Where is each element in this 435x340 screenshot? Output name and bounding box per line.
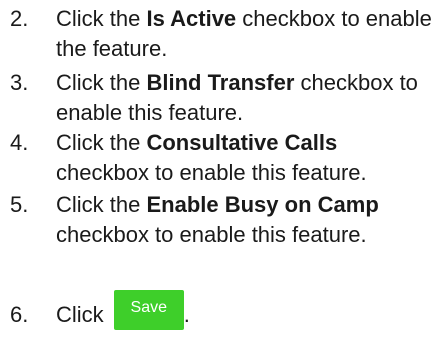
step-text-pre: Click the xyxy=(56,6,147,31)
step-text-post: checkbox to enable this feature. xyxy=(56,222,367,247)
step-item-2: 2. Click the Is Active checkbox to enabl… xyxy=(0,4,435,68)
step-item-4: 4. Click the Consultative Calls checkbox… xyxy=(0,128,435,190)
step-text-pre: Click the xyxy=(56,130,147,155)
step-number: 5. xyxy=(10,192,29,217)
step-text-bold: Enable Busy on Camp xyxy=(146,192,379,217)
step-number: 3. xyxy=(10,70,29,95)
step-number: 6. xyxy=(10,302,29,327)
step-text-post: checkbox to enable this feature. xyxy=(56,160,367,185)
step-text-post: . xyxy=(183,302,190,327)
step-text: Click the Blind Transfer checkbox to ena… xyxy=(56,68,434,128)
step-text: Click Save. xyxy=(56,290,434,340)
step-text: Click the Is Active checkbox to enable t… xyxy=(56,4,434,64)
step-item-5: 5. Click the Enable Busy on Camp checkbo… xyxy=(0,190,435,282)
save-button[interactable]: Save xyxy=(113,290,184,330)
step-number: 2. xyxy=(10,6,29,31)
step-text-bold: Blind Transfer xyxy=(146,70,295,95)
step-number: 4. xyxy=(10,130,29,155)
step-text-bold: Consultative Calls xyxy=(146,130,338,155)
step-text-pre: Click xyxy=(56,302,110,327)
step-text-pre: Click the xyxy=(56,70,147,95)
step-item-6: 6. Click Save. xyxy=(0,290,435,336)
step-text: Click the Enable Busy on Camp checkbox t… xyxy=(56,190,416,250)
step-text-pre: Click the xyxy=(56,192,147,217)
step-text-bold: Is Active xyxy=(146,6,237,31)
step-item-3: 3. Click the Blind Transfer checkbox to … xyxy=(0,68,435,128)
step-text: Click the Consultative Calls checkbox to… xyxy=(56,128,434,188)
